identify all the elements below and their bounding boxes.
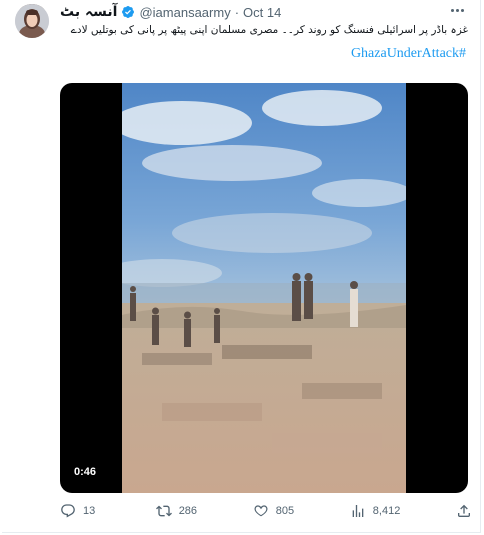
views-chart-icon [352,505,364,517]
more-options-icon[interactable] [446,1,468,19]
video-frame[interactable] [122,83,406,493]
like-count: 805 [275,505,295,517]
retweet-button[interactable]: 286 [155,503,198,519]
avatar[interactable] [15,4,49,38]
hashtag-link[interactable]: GhazaUnderAttack# [351,46,466,62]
like-button[interactable]: 805 [253,503,294,519]
reply-count: 13 [83,505,96,517]
retweet-icon [155,505,172,517]
views-count: 8,412 [372,505,401,517]
tweet-actions: 13 286 805 8,412 [60,501,472,521]
author-handle[interactable]: @iamansaarmy [139,5,230,20]
views-button[interactable]: 8,412 [350,503,401,519]
tweet-text: غزہ باڈر پر اسرائیلی فنسنگ کو روند کر۔۔ … [68,24,468,36]
verified-badge-icon [121,5,135,19]
separator-dot: · [234,4,240,20]
share-icon [458,504,470,517]
tweet-header: آنسہ بٹ @iamansaarmy · Oct 14 [60,3,281,21]
video-player[interactable]: 0:46 [60,83,468,493]
video-duration: 0:46 [70,465,101,479]
tweet-timestamp[interactable]: Oct 14 [243,5,281,20]
avatar-photo [15,4,49,38]
share-button[interactable] [456,503,472,519]
tweet-card[interactable]: آنسہ بٹ @iamansaarmy · Oct 14 غزہ باڈر پ… [2,0,481,533]
reply-button[interactable]: 13 [60,503,100,519]
video-thumbnail [122,83,406,493]
reply-icon [61,504,75,518]
retweet-count: 286 [178,505,198,517]
heart-icon [254,505,268,517]
author-display-name[interactable]: آنسہ بٹ [60,4,117,20]
